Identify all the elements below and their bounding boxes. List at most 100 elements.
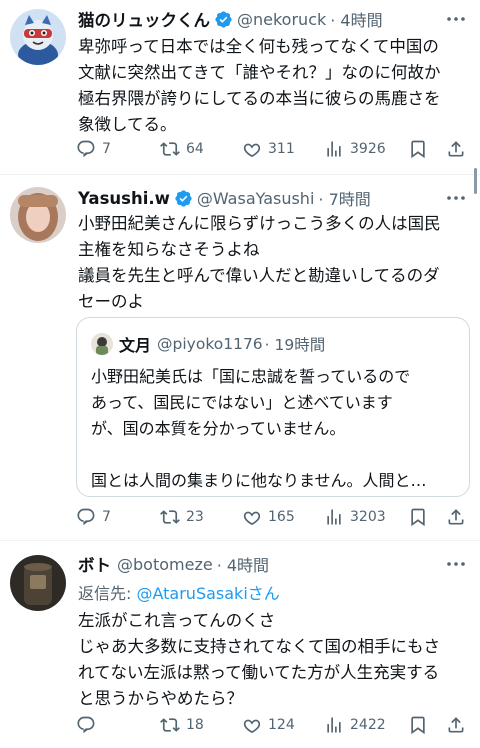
tweet-wasayasushi[interactable]: Yasushi.w @WasaYasushi · 7時間 小野田紀美さんに限らず…: [0, 175, 480, 539]
quoted-text-line: 国とは人間の集まりに他なりません。人間と…: [91, 471, 427, 490]
reply-button[interactable]: 7: [76, 136, 111, 162]
bookmark-icon: [411, 508, 425, 527]
display-name[interactable]: Yasushi.w: [78, 189, 170, 208]
view-count: 2422: [350, 717, 386, 733]
bookmark-icon: [411, 140, 425, 159]
like-count: 165: [268, 509, 295, 525]
tweet-text-line: 象徴してる。: [78, 115, 177, 134]
tweet-text-line: 文献に突然出てきて「誰やそれ？」なのに何故か: [78, 63, 441, 82]
tweet-text-line: れてない左派は黙って働いてた方が人生充実する: [78, 663, 440, 682]
reply-button[interactable]: 7: [76, 504, 111, 530]
scrollbar[interactable]: [474, 168, 477, 194]
view-count: 3203: [350, 509, 386, 525]
bookmark-icon: [411, 716, 425, 735]
views-icon: [327, 141, 341, 157]
quoted-avatar: [91, 333, 113, 355]
share-button[interactable]: [446, 136, 466, 162]
bookmark-button[interactable]: [408, 136, 428, 162]
like-button[interactable]: 311: [242, 136, 295, 162]
tweet-text: 卑弥呼って日本では全く何も残ってなくて中国の 文献に突然出てきて「誰やそれ？」な…: [78, 34, 468, 138]
share-button[interactable]: [446, 712, 466, 738]
like-icon: [243, 143, 261, 157]
tweet-actions: 18 124 2422: [76, 712, 474, 738]
views-icon: [327, 717, 341, 733]
tweet-header: Yasushi.w @WasaYasushi · 7時間: [78, 185, 440, 211]
views-button[interactable]: 3203: [324, 504, 386, 530]
quoted-timestamp: · 19時間: [264, 336, 326, 354]
tweet-text: 小野田紀美さんに限らずけっこう多くの人は国民 主権を知らなさそうよね 議員を先生…: [78, 211, 468, 315]
timestamp[interactable]: · 4時間: [330, 7, 382, 31]
avatar[interactable]: [10, 555, 66, 611]
user-handle[interactable]: @WasaYasushi: [197, 189, 315, 208]
tweet-header: ボト @botomeze · 4時間: [78, 551, 440, 577]
quoted-tweet[interactable]: 文月 @piyoko1176 · 19時間 小野田紀美氏は「国に忠誠を誓っている…: [76, 317, 470, 497]
share-icon: [448, 717, 464, 733]
quoted-text-line: 小野田紀美氏は「国に忠誠を誓っているので: [91, 367, 411, 386]
retweet-button[interactable]: 18: [160, 712, 204, 738]
bookmark-button[interactable]: [408, 712, 428, 738]
retweet-count: 64: [186, 141, 204, 157]
user-handle[interactable]: @nekoruck: [237, 10, 326, 29]
avatar[interactable]: [10, 9, 66, 65]
retweet-button[interactable]: 23: [160, 504, 204, 530]
tweet-text-line: じゃあ大多数に支持されてなくて国の相手にもさ: [78, 637, 441, 656]
verified-badge-icon: [214, 10, 233, 29]
tweet-text-line: 議員を先生と呼んで偉い人だと勘違いしてるのダ: [78, 266, 440, 285]
views-button[interactable]: 3926: [324, 136, 386, 162]
verified-badge-icon: [174, 189, 193, 208]
quoted-text-line: あって、国民にではない」と述べています: [91, 393, 393, 412]
quoted-tweet-text: 小野田紀美氏は「国に忠誠を誓っているので あって、国民にではない」と述べています…: [91, 364, 457, 494]
like-icon: [243, 511, 261, 525]
more-icon[interactable]: [444, 188, 468, 208]
tweet-botomeze[interactable]: ボト @botomeze · 4時間 返信先: @AtaruSasakiさん 左…: [0, 541, 480, 748]
tweet-actions: 7 23 165 3203: [76, 504, 474, 530]
avatar[interactable]: [10, 187, 66, 243]
tweet-text-line: 主権を知らなさそうよね: [78, 240, 260, 259]
reply-icon: [77, 508, 95, 526]
views-button[interactable]: 2422: [324, 712, 386, 738]
reply-icon: [77, 716, 95, 734]
user-handle[interactable]: @botomeze: [117, 555, 213, 574]
reply-to-link[interactable]: @AtaruSasakiさん: [136, 584, 279, 603]
share-icon: [448, 141, 464, 157]
bookmark-button[interactable]: [408, 504, 428, 530]
reply-count: 7: [102, 509, 111, 525]
reply-icon: [77, 140, 95, 158]
views-icon: [327, 509, 341, 525]
quoted-user-handle: @piyoko1176: [157, 335, 263, 353]
retweet-icon: [160, 142, 180, 156]
reply-count: 7: [102, 141, 111, 157]
retweet-button[interactable]: 64: [160, 136, 204, 162]
quoted-text-line: が、国の本質を分かっていません。: [91, 419, 346, 438]
tweet-nekoruck[interactable]: 猫のリュックくん @nekoruck · 4時間 卑弥呼って日本では全く何も残っ…: [0, 0, 480, 174]
reply-to-label: 返信先: @AtaruSasakiさん: [78, 580, 280, 604]
view-count: 3926: [350, 141, 386, 157]
more-icon[interactable]: [444, 9, 468, 29]
retweet-count: 18: [186, 717, 204, 733]
tweet-actions: 7 64 311 3926: [76, 136, 474, 162]
like-count: 124: [268, 717, 295, 733]
quoted-display-name: 文月: [119, 336, 152, 355]
quoted-tweet-header: 文月 @piyoko1176 · 19時間: [91, 332, 325, 356]
like-icon: [243, 719, 261, 733]
timestamp[interactable]: · 4時間: [217, 552, 269, 576]
share-button[interactable]: [446, 504, 466, 530]
tweet-text-line: 卑弥呼って日本では全く何も残ってなくて中国の: [78, 37, 439, 56]
share-icon: [448, 509, 464, 525]
quoted-text-line: [91, 442, 457, 468]
reply-to-prefix: 返信先:: [78, 584, 137, 603]
tweet-header: 猫のリュックくん @nekoruck · 4時間: [78, 6, 440, 32]
like-button[interactable]: 165: [242, 504, 295, 530]
like-button[interactable]: 124: [242, 712, 295, 738]
reply-button[interactable]: [76, 712, 102, 738]
display-name[interactable]: ボト: [78, 552, 111, 576]
tweet-text-line: 左派がこれ言ってんのくさ: [78, 611, 276, 630]
tweet-text-line: 極右界隈が誇りにしてるの本当に彼らの馬鹿さを: [78, 89, 441, 108]
tweet-text-line: セーのよ: [78, 292, 144, 311]
tweet-text-line: と思うからやめたら？: [78, 689, 243, 708]
retweet-count: 23: [186, 509, 204, 525]
more-icon[interactable]: [444, 554, 468, 574]
timestamp[interactable]: · 7時間: [318, 186, 370, 210]
tweet-text: 左派がこれ言ってんのくさ じゃあ大多数に支持されてなくて国の相手にもさ れてない…: [78, 608, 468, 712]
display-name[interactable]: 猫のリュックくん: [78, 7, 210, 31]
